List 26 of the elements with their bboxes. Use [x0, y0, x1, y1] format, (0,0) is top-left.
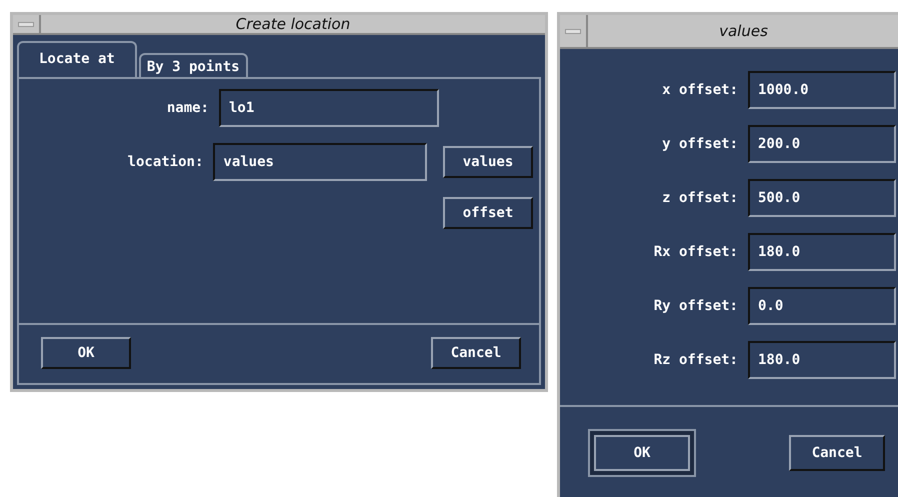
input-field[interactable]: 0.0	[748, 287, 896, 325]
field-label: x offset:	[661, 82, 739, 98]
input-field[interactable]: values	[213, 143, 428, 181]
input-field[interactable]: 200.0	[748, 125, 896, 163]
field-label: location:	[126, 154, 204, 170]
input-field[interactable]: lo1	[219, 89, 439, 127]
input-field[interactable]: 180.0	[748, 341, 896, 379]
dialog-button[interactable]: Cancel	[789, 435, 885, 471]
dialog-button[interactable]: OK	[41, 337, 131, 369]
window-title: Create location	[234, 15, 352, 33]
field-label: Rx offset:	[652, 244, 739, 260]
window-title: values	[718, 22, 769, 40]
field-label: Rz offset:	[652, 352, 739, 368]
input-field[interactable]: 1000.0	[748, 71, 896, 109]
tab[interactable]: By 3 points	[138, 53, 248, 77]
values-button[interactable]: values	[443, 146, 534, 178]
dialog-button[interactable]: OK	[588, 429, 696, 477]
input-field[interactable]: 180.0	[748, 233, 896, 271]
field-label: name:	[166, 100, 210, 116]
field-label: Ry offset:	[652, 298, 739, 314]
offset-button[interactable]: offset	[443, 197, 533, 229]
field-label: y offset:	[661, 136, 739, 152]
tab[interactable]: Locate at	[17, 41, 137, 77]
field-label: z offset:	[661, 190, 739, 206]
dialog-button[interactable]: Cancel	[431, 337, 521, 369]
input-field[interactable]: 500.0	[748, 179, 896, 217]
